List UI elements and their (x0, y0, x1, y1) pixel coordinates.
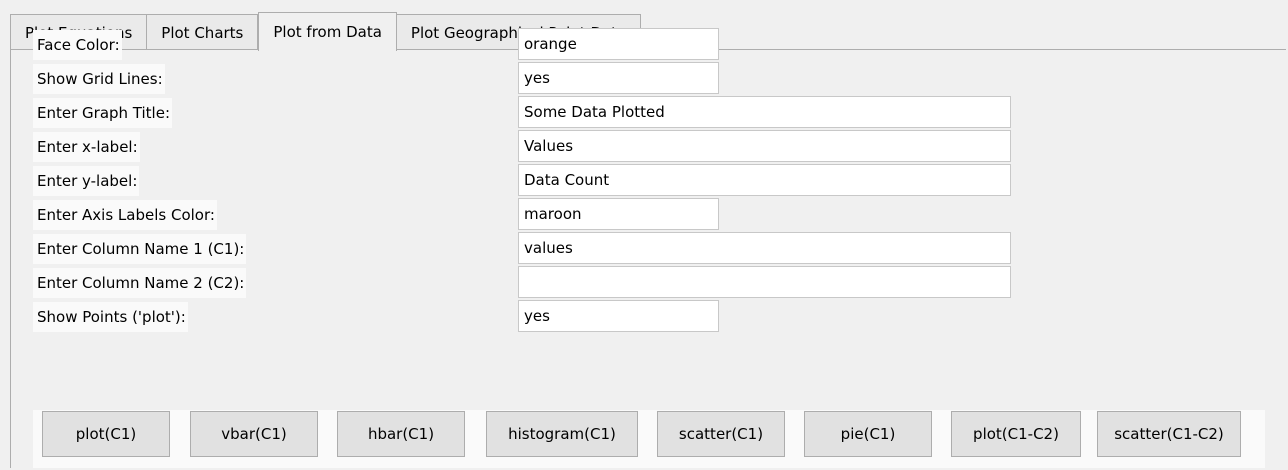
scatter-c1-c2-button[interactable]: scatter(C1-C2) (1097, 411, 1241, 457)
column-name-1-label: Enter Column Name 1 (C1): (33, 234, 247, 264)
column-name-1-field[interactable] (518, 232, 1011, 264)
column-name-2-row: Enter Column Name 2 (C2): (24, 266, 1286, 300)
pie-c1-button[interactable]: pie(C1) (804, 411, 932, 457)
plot-c1-button[interactable]: plot(C1) (42, 411, 170, 457)
graph-title-field[interactable] (518, 96, 1011, 128)
face-color-field[interactable] (518, 28, 719, 60)
show-points-row: Show Points ('plot'): (24, 300, 1286, 334)
hbar-c1-button[interactable]: hbar(C1) (337, 411, 465, 457)
x-label-label: Enter x-label: (33, 132, 140, 162)
face-color-row: Face Color: (24, 28, 1286, 62)
show-grid-lines-field[interactable] (518, 62, 719, 94)
x-label-field[interactable] (518, 130, 1011, 162)
y-label-label: Enter y-label: (33, 166, 140, 196)
show-points-field[interactable] (518, 300, 719, 332)
axis-labels-color-label: Enter Axis Labels Color: (33, 200, 217, 230)
scatter-c1-button[interactable]: scatter(C1) (657, 411, 785, 457)
plot-button-bar: plot(C1) vbar(C1) hbar(C1) histogram(C1)… (33, 410, 1265, 468)
histogram-c1-button[interactable]: histogram(C1) (486, 411, 638, 457)
axis-labels-color-row: Enter Axis Labels Color: (24, 198, 1286, 232)
show-points-label: Show Points ('plot'): (33, 302, 188, 332)
show-grid-lines-row: Show Grid Lines: (24, 62, 1286, 96)
column-name-2-field[interactable] (518, 266, 1011, 298)
show-grid-lines-label: Show Grid Lines: (33, 64, 165, 94)
column-name-1-row: Enter Column Name 1 (C1): (24, 232, 1286, 266)
plot-options-form: Face Color: Show Grid Lines: Enter Graph… (24, 28, 1286, 334)
tab-plot-from-data[interactable]: Plot from Data (258, 12, 397, 51)
plot-c1-c2-button[interactable]: plot(C1-C2) (951, 411, 1081, 457)
column-name-2-label: Enter Column Name 2 (C2): (33, 268, 247, 298)
axis-labels-color-field[interactable] (518, 198, 719, 230)
graph-title-label: Enter Graph Title: (33, 98, 173, 128)
face-color-label: Face Color: (33, 30, 122, 60)
graph-title-row: Enter Graph Title: (24, 96, 1286, 130)
y-label-row: Enter y-label: (24, 164, 1286, 198)
y-label-field[interactable] (518, 164, 1011, 196)
x-label-row: Enter x-label: (24, 130, 1286, 164)
vbar-c1-button[interactable]: vbar(C1) (190, 411, 318, 457)
